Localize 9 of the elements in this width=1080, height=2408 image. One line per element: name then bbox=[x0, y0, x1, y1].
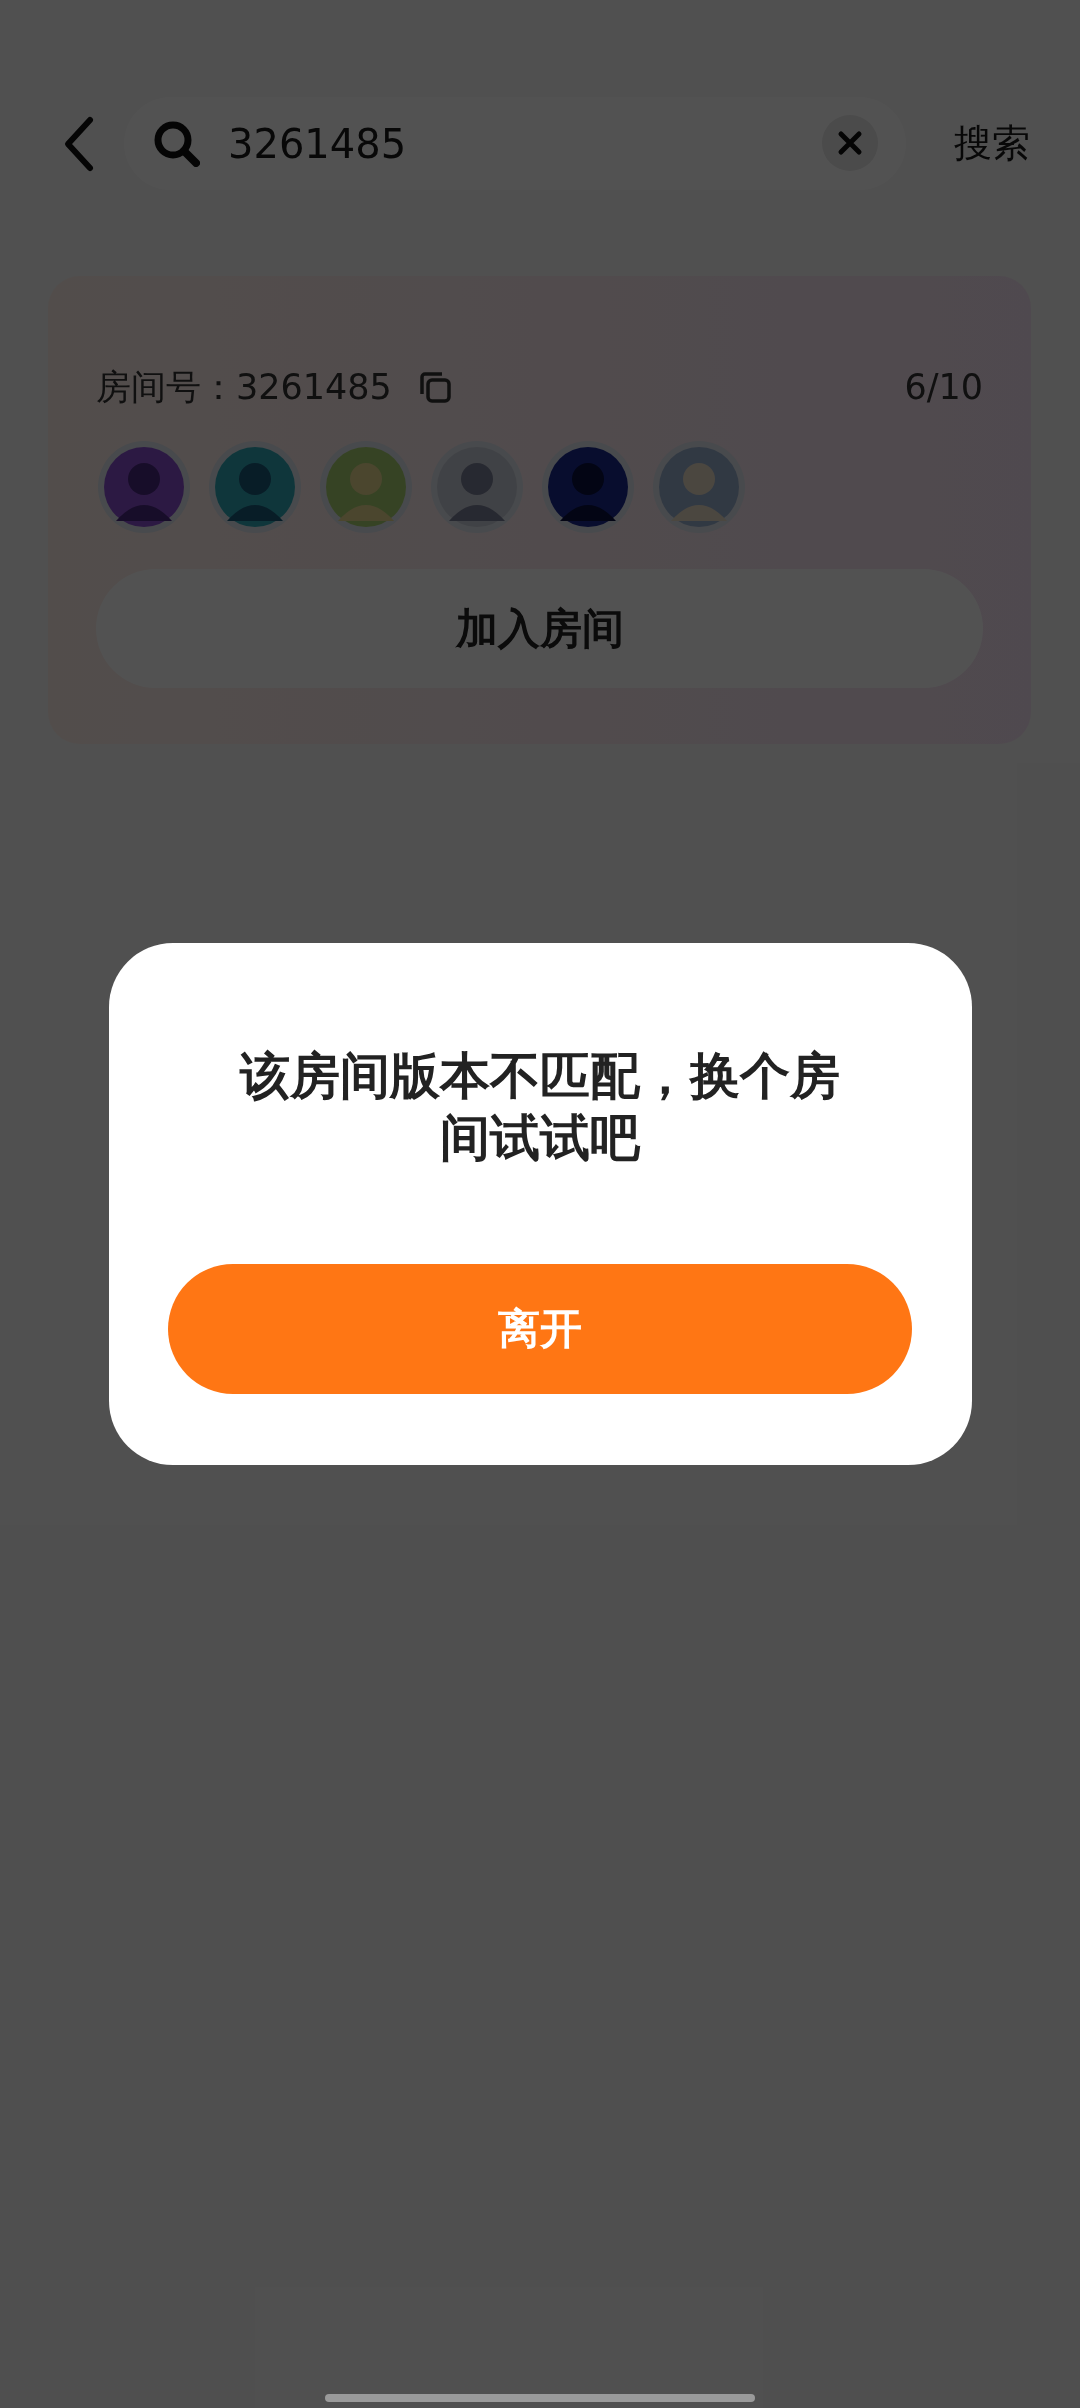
search-button[interactable]: 搜索 bbox=[954, 118, 1030, 169]
leave-button[interactable]: 离开 bbox=[168, 1264, 912, 1394]
copy-icon[interactable] bbox=[417, 370, 452, 404]
join-room-button[interactable]: 加入房间 bbox=[96, 569, 983, 688]
member-count: 6/10 bbox=[904, 367, 983, 407]
dialog-message: 该房间版本不匹配，换个房间试试吧 bbox=[238, 1046, 841, 1169]
room-number: 房间号：3261485 bbox=[96, 365, 392, 409]
search-icon bbox=[152, 119, 200, 167]
close-icon bbox=[837, 130, 863, 156]
